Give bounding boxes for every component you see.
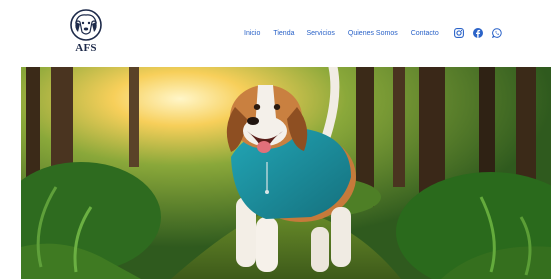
site-header: AFS Inicio Tienda Servicios Quienes Somo… — [0, 0, 552, 66]
site-logo[interactable]: AFS — [66, 8, 106, 58]
dog-face-logo-icon — [70, 9, 102, 41]
nav-contacto[interactable]: Contacto — [411, 27, 439, 41]
nav-inicio[interactable]: Inicio — [244, 27, 260, 41]
nav-tienda[interactable]: Tienda — [273, 27, 294, 41]
nav-quienes-somos[interactable]: Quienes Somos — [348, 27, 398, 41]
whatsapp-icon[interactable] — [492, 28, 502, 38]
logo-text: AFS — [75, 42, 97, 54]
hero-banner — [21, 67, 551, 279]
facebook-icon[interactable] — [473, 28, 483, 38]
hero-image — [21, 67, 551, 279]
main-nav: Inicio Tienda Servicios Quienes Somos Co… — [240, 27, 439, 41]
instagram-icon[interactable] — [454, 28, 464, 38]
nav-servicios[interactable]: Servicios — [307, 27, 335, 41]
social-links — [454, 27, 511, 39]
